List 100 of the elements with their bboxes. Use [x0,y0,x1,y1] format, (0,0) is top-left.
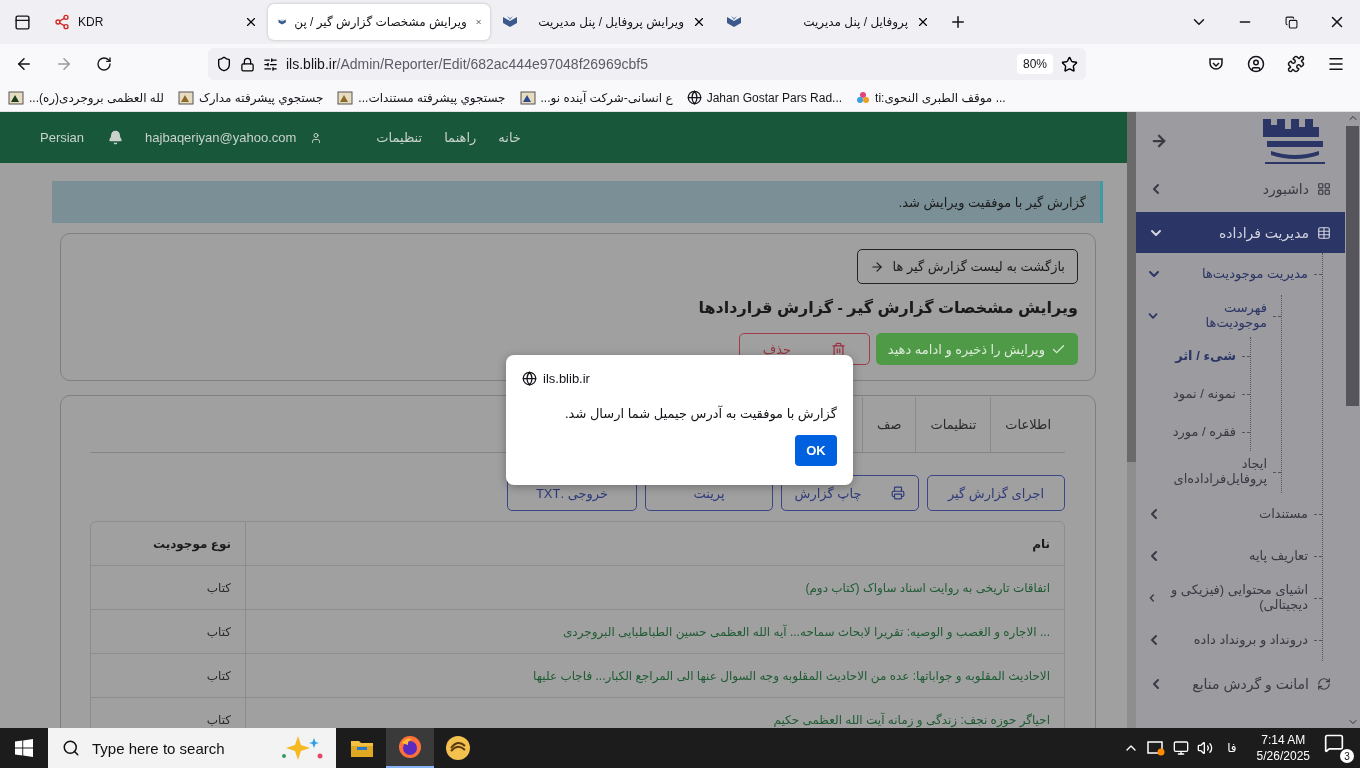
dialog-origin: ils.blib.ir [543,371,590,386]
browser-tab[interactable]: ویرایش مشخصات گزارش گیر / پن [268,4,490,40]
book-icon [726,15,742,29]
column-header: نوع موجودیت [91,522,245,566]
arrow-icon [870,259,885,274]
network-icon[interactable] [1173,740,1190,756]
forward-arrow-icon[interactable] [55,55,73,73]
bookmark-image-icon [337,89,354,106]
browser-taskbar-button[interactable] [386,728,434,768]
puzzle-icon[interactable] [1287,55,1305,73]
menu-item[interactable]: داشبورد [1136,170,1345,208]
table-cell: کتاب [91,566,245,610]
permissions-icon [263,56,278,72]
menu-icon[interactable] [1327,55,1345,73]
lock-icon [240,56,255,72]
menu-item[interactable]: تعاریف پایه [1249,548,1308,564]
app-icon[interactable] [445,735,471,761]
table-cell-link[interactable]: اتفاقات تاریخی به روایت اسناد ساواک (کتاب دوم) [245,566,1064,610]
pocket-icon[interactable] [1208,56,1224,72]
menu-item[interactable]: فهرست موجودیت‌ها [1172,301,1267,331]
restore-icon[interactable] [1284,15,1298,29]
arrow-icon[interactable] [1150,132,1168,150]
bookmark[interactable]: ...جستجوي پيشرفته مستندات [337,89,506,106]
table-icon [1317,225,1331,240]
table-cell: کتاب [91,610,245,654]
bookmark-image-icon [8,89,24,106]
new-tab-icon[interactable] [949,13,967,31]
tab[interactable]: اطلاعات [990,397,1065,452]
shield-icon [216,56,232,72]
bookmark[interactable]: ...لله العظمی بروجردی(ره) [8,89,164,106]
menu-item[interactable]: مدیریت فراداده [1136,212,1345,253]
account-icon[interactable] [1247,55,1265,73]
close-icon[interactable] [692,15,706,29]
trash-icon [831,341,846,357]
browser-icon[interactable] [398,735,422,759]
browser-tab[interactable]: KDR [44,4,266,40]
tab-title: پروفایل / پنل مدیریت [802,15,908,29]
clock[interactable]: 7:14 AM 5/26/2025 [1250,732,1316,764]
ok-button[interactable]: OK [795,435,837,466]
search-icon [62,739,80,757]
input-language[interactable]: فا [1221,741,1243,755]
back-button[interactable]: بازگشت به لیست گزارش گیر ها [857,249,1078,284]
bookmark[interactable]: Jahan Gostar Pars Rad... [686,90,843,105]
tab[interactable]: صف [862,397,916,452]
globe-icon [522,371,537,386]
action-button[interactable]: اجرای گزارش گیر [927,475,1065,511]
tab-title: ویرایش پروفایل / پنل مدیریت [537,15,684,29]
nav-link[interactable]: خانه [498,130,521,145]
menu-item[interactable]: شیء / اثر [1175,348,1236,364]
tab[interactable]: تنظیمات [915,397,991,452]
windows-logo[interactable] [15,739,33,757]
address-bar[interactable]: ils.blib.ir/Admin/Reporter/Edit/682ac444e97048f26969cbf5 80% [208,48,1086,80]
url-text: ils.blib.ir/Admin/Reporter/Edit/682ac444e97048f26969cbf5 [286,56,649,72]
printer-icon [891,486,906,500]
menu-item[interactable]: امانت و گردش منابع [1136,665,1345,703]
column-header: نام [245,522,1064,566]
user-email[interactable]: hajbaqeriyan@yahoo.com [145,130,297,145]
security-icon[interactable] [1147,740,1166,756]
menu-item[interactable]: مستندات [1258,506,1308,522]
notification-button[interactable]: 3 [1324,733,1354,763]
menu-item[interactable]: اشیای محتوایی (فیزیکی و دیجیتالی) [1169,583,1308,613]
menu-item[interactable]: ایجاد پروفایل‌فراداده‌ای [1172,457,1267,487]
zoom-level[interactable]: 80% [1016,54,1053,74]
success-alert: گزارش گیر با موفقیت ویرایش شد. [52,181,1103,223]
bookmark[interactable]: ti:موقف الطبری النحوی ... [856,90,1006,105]
table-cell-link[interactable]: الاحادیث المقلوبه و جواباتها: عده من الاحادیث المقلوبه وجه السوال عنها الی المراجع الکبار... فاجاب علیها [245,654,1064,698]
tab-title: KDR [78,15,105,29]
table-cell-link[interactable]: ... الاجاره و الغصب و الوصیه: تقریرا لابحاث سماحه... آیه الله العظمی حسین الطباطبایی البروجردی [245,610,1064,654]
share-icon [54,14,70,30]
book-icon [502,15,518,29]
menu-item[interactable]: نمونه / نمود [1173,386,1236,402]
bookmark[interactable]: جستجوي پيشرفته مدارک [177,89,324,106]
bookmark-star-icon[interactable] [1061,55,1078,73]
save-button[interactable]: ویرایش را ذخیره و ادامه دهید [875,333,1078,365]
nav-link[interactable]: تنظیمات [376,130,423,145]
volume-icon[interactable] [1197,740,1214,756]
menu-item[interactable]: درونداد و برونداد داده [1193,632,1308,648]
message-icon [1324,733,1344,753]
folder-icon[interactable] [350,738,374,758]
nav-link[interactable]: راهنما [444,130,477,145]
bookmark[interactable]: ...ع انسانی-شرکت آینده نو [519,89,673,106]
bell-icon[interactable] [108,130,124,145]
table-cell: کتاب [91,654,245,698]
menu-item[interactable]: مدیریت موجودیت‌ها [1202,266,1308,282]
user-icon [310,131,323,144]
language-label[interactable]: Persian [40,130,85,145]
bookmark-image-icon [177,89,194,106]
taskbar-search[interactable]: Type here to search [48,728,336,768]
tab-list-icon[interactable] [13,13,31,31]
close-icon[interactable] [244,15,258,29]
tab-title: ویرایش مشخصات گزارش گیر / پن [294,15,467,29]
globe-icon [686,90,702,105]
browser-tab[interactable]: پروفایل / پنل مدیریت [716,4,938,40]
browser-tab[interactable]: ویرایش پروفایل / پنل مدیریت [492,4,714,40]
menu-item[interactable]: فقره / مورد [1172,424,1236,440]
circles-icon [856,90,871,105]
close-icon[interactable] [916,15,930,29]
reload-icon[interactable] [96,56,112,72]
scrollbar[interactable] [1127,112,1136,728]
page-title: ویرایش مشخصات گزارش گیر - گزارش قراردادها [697,298,1078,317]
